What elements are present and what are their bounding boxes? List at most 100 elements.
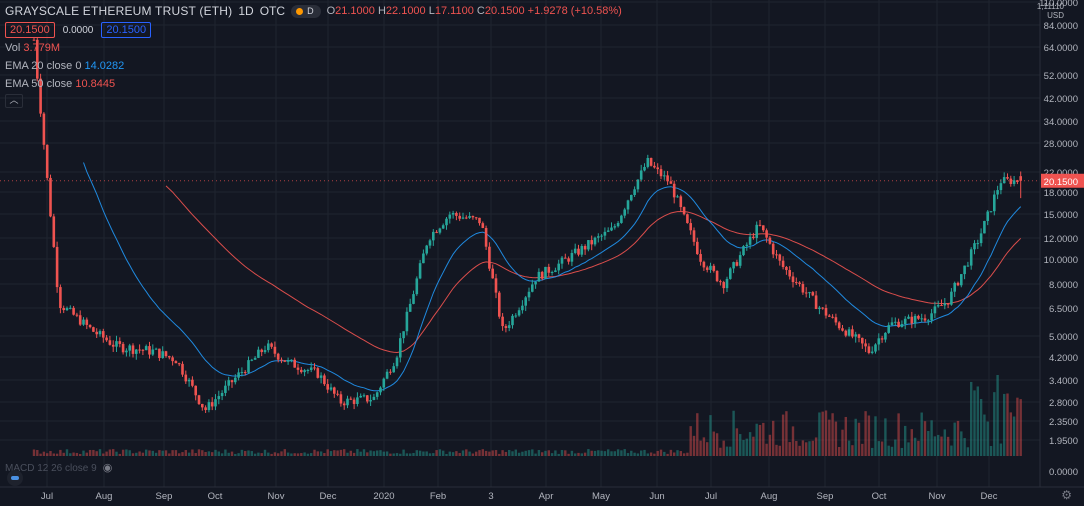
price-tick-label: 2.8000 [1049, 398, 1078, 409]
chevron-up-icon[interactable]: ︿ [5, 94, 23, 108]
volume-bar [306, 453, 310, 456]
interval[interactable]: 1D [238, 4, 253, 18]
volume-bar [646, 453, 649, 456]
time-tick-label: Oct [872, 491, 887, 502]
candle-body [653, 165, 656, 168]
volume-bar [712, 431, 715, 456]
volume-bar [696, 413, 699, 456]
candle-body [709, 265, 712, 270]
candle-body [210, 402, 214, 407]
candle-body [537, 271, 541, 282]
candle-body [224, 385, 227, 393]
volume-bar [422, 451, 425, 456]
volume-bar [986, 421, 989, 456]
candle-body [204, 407, 207, 411]
candle-body [940, 305, 943, 307]
volume-bar [135, 452, 138, 456]
candle-body [663, 175, 666, 177]
candle-body [230, 380, 234, 383]
candle-body [752, 236, 755, 239]
candle-body [738, 255, 742, 266]
volume-bar [468, 451, 471, 456]
candle-body [870, 351, 874, 353]
volume-bar [402, 449, 405, 456]
candle-body [735, 262, 739, 266]
indicator-vol[interactable]: Vol 3.779M [5, 41, 622, 56]
candle-body [557, 263, 560, 271]
volume-bar [98, 449, 102, 456]
candle-body [484, 227, 488, 247]
volume-bar [372, 451, 376, 456]
candle-body [996, 190, 999, 195]
candle-body [174, 361, 178, 364]
indicator-ema20[interactable]: EMA 20 close 0 14.0282 [5, 59, 622, 74]
candle-body [692, 230, 696, 242]
volume-bar [527, 450, 531, 456]
volume-bar [207, 451, 211, 456]
volume-bar [838, 446, 841, 456]
volume-bar [494, 450, 498, 456]
candle-body [369, 399, 372, 402]
gear-icon[interactable]: ⚙ [1061, 488, 1072, 502]
volume-bar [699, 440, 702, 456]
candle-body [382, 378, 386, 388]
candle-body [366, 395, 369, 402]
candle-body [633, 189, 636, 196]
volume-bar [448, 451, 451, 456]
volume-bar [706, 442, 709, 456]
candle-body [511, 315, 514, 326]
currency-top: 1,11110 [1036, 2, 1064, 11]
candle-body [333, 387, 336, 394]
volume-bar [491, 450, 494, 456]
volume-bar [593, 450, 597, 456]
volume-bar [227, 452, 230, 456]
market-status-badge[interactable]: D [291, 4, 321, 18]
candle-body [471, 216, 475, 218]
candle-body [894, 321, 897, 323]
volume-bar [171, 450, 174, 456]
volume-bar [247, 450, 250, 456]
candle-body [379, 387, 382, 393]
symbol-title[interactable]: GRAYSCALE ETHEREUM TRUST (ETH) [5, 4, 232, 18]
volume-bar [715, 433, 719, 456]
volume-bar [277, 453, 280, 456]
candle-body [936, 305, 940, 307]
buy-price-box[interactable]: 20.1500 [101, 22, 152, 38]
price-tick-label: 4.2000 [1049, 353, 1078, 364]
volume-bar [250, 451, 253, 456]
volume-bar [831, 413, 834, 456]
volume-bar [923, 421, 927, 456]
tradingview-logo-icon[interactable] [7, 470, 23, 486]
eye-icon[interactable]: ◉ [103, 461, 113, 474]
volume-bar [834, 421, 838, 456]
candle-body [438, 228, 442, 233]
close-label: C [476, 5, 485, 17]
indicator-ema50[interactable]: EMA 50 close 10.8445 [5, 77, 622, 92]
candle-body [778, 254, 782, 261]
volume-bar [316, 451, 319, 456]
candle-body [402, 331, 405, 339]
volume-bar [808, 441, 811, 456]
volume-bar [927, 430, 930, 456]
volume-bar [1016, 397, 1019, 456]
candle-body [359, 395, 362, 398]
volume-bar [742, 440, 745, 456]
price-tick-label: 64.0000 [1044, 43, 1078, 54]
candle-body [412, 294, 415, 304]
volume-bar [55, 453, 59, 456]
candle-body [973, 243, 976, 250]
candle-body [1009, 178, 1013, 184]
candle-body [755, 224, 758, 239]
candle-body [682, 207, 686, 215]
candle-body [504, 326, 508, 329]
candle-body [808, 292, 811, 294]
vol-label: Vol [5, 42, 21, 54]
time-tick-label: 3 [488, 491, 493, 502]
volume-bar [732, 410, 735, 456]
volume-bar [220, 453, 224, 456]
volume-bar [950, 445, 953, 456]
time-tick-label: Apr [539, 491, 554, 502]
volume-bar [191, 449, 194, 456]
volume-bar [537, 449, 541, 456]
sell-price-box[interactable]: 20.1500 [5, 22, 55, 38]
